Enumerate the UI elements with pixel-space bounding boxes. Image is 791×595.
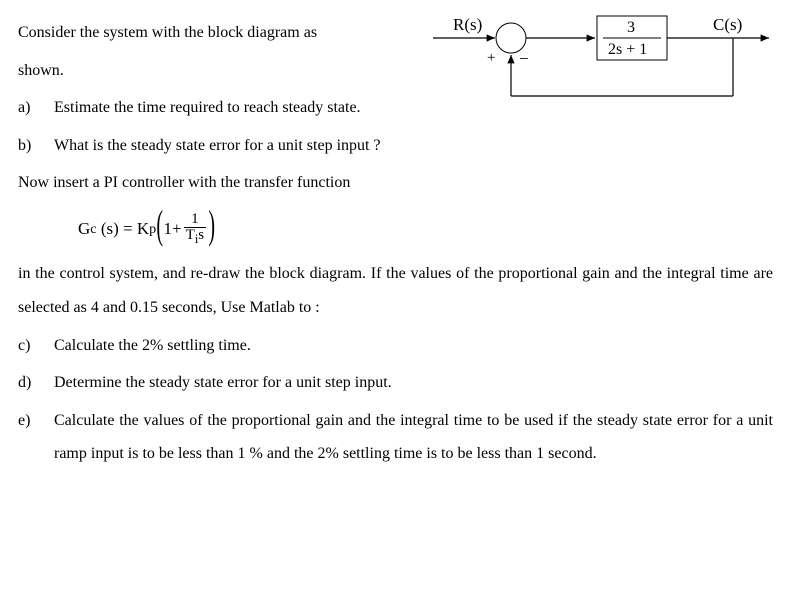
r-label: R(s) (453, 15, 482, 34)
minus-sign: − (519, 49, 529, 68)
c-label: C(s) (713, 15, 742, 34)
intro-line2: shown. (18, 54, 423, 88)
part-e-text: Calculate the values of the proportional… (54, 404, 773, 471)
formula-t: T (186, 227, 195, 243)
mid-text-2: in the control system, and re-draw the b… (18, 257, 773, 324)
plus-sign: + (487, 50, 495, 66)
part-c-letter: c) (18, 329, 36, 363)
part-a-text: Estimate the time required to reach stea… (54, 91, 423, 125)
formula-frac-num: 1 (189, 212, 201, 227)
intro-line1: Consider the system with the block diagr… (18, 16, 423, 50)
part-b-text: What is the steady state error for a uni… (54, 129, 773, 163)
part-d-letter: d) (18, 366, 36, 400)
formula-eq: (s) = K (101, 220, 149, 237)
tf-denominator: 2s + 1 (608, 41, 647, 58)
block-diagram: R(s) + − 3 2s + 1 C(s) (433, 16, 773, 126)
formula-one-plus: 1+ (164, 220, 182, 237)
part-b-letter: b) (18, 129, 36, 163)
part-d-text: Determine the steady state error for a u… (54, 366, 773, 400)
formula-p-sub: p (149, 222, 156, 236)
pi-controller-formula: Gc (s) = Kp ( 1+ 1 Tis ) (18, 204, 773, 258)
part-c-text: Calculate the 2% settling time. (54, 329, 773, 363)
part-e-letter: e) (18, 404, 36, 471)
tf-numerator: 3 (627, 19, 635, 36)
formula-g: G (78, 220, 90, 237)
formula-s: s (198, 227, 204, 243)
mid-text-1: Now insert a PI controller with the tran… (18, 166, 773, 200)
part-a-letter: a) (18, 91, 36, 125)
